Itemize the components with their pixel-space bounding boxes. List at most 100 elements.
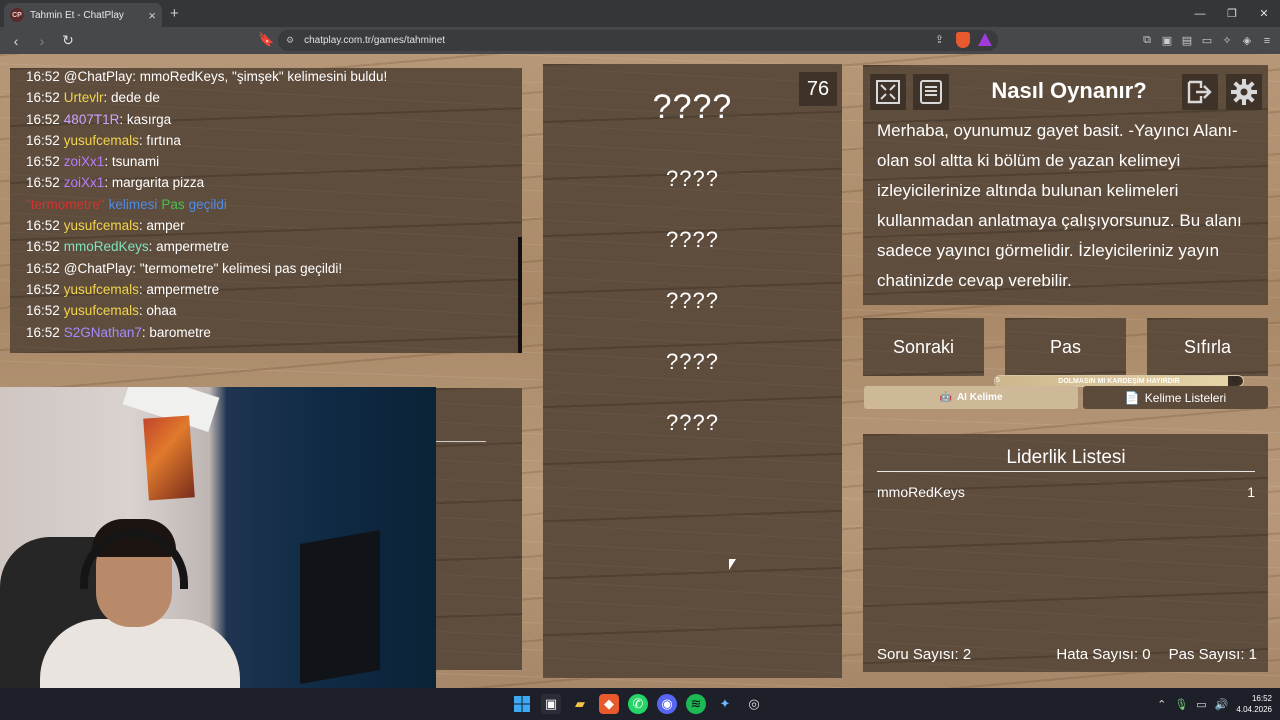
- ai-word-label: AI Kelime: [956, 392, 1003, 403]
- extensions-icon[interactable]: ⧉: [1140, 34, 1154, 47]
- spotify-icon[interactable]: ≋: [686, 694, 706, 714]
- close-tab-icon[interactable]: ×: [148, 9, 156, 22]
- chat-message: 16:52 yusufcemals: ampermetre: [26, 279, 506, 300]
- chat-text: : ampermetre: [148, 239, 229, 255]
- chat-username: yusufcemals: [63, 281, 139, 297]
- clock-time: 16:52: [1251, 694, 1272, 703]
- chat-username: @ChatPlay: [63, 260, 133, 276]
- back-icon[interactable]: ‹: [6, 33, 26, 49]
- progress-min-label: 5: [996, 377, 1000, 384]
- reset-button[interactable]: Sıfırla: [1147, 318, 1268, 376]
- site-favicon-icon: CP: [10, 8, 24, 22]
- taboo-word: ????: [666, 288, 719, 313]
- tray-overflow-icon[interactable]: ⌃: [1157, 698, 1166, 711]
- chat-username: @ChatPlay: [63, 69, 133, 84]
- task-view-icon[interactable]: ▣: [541, 694, 561, 714]
- streamer-area-divider: [436, 441, 486, 442]
- screenshot-icon[interactable]: ▣: [1160, 34, 1174, 47]
- next-button[interactable]: Sonraki: [863, 318, 984, 376]
- leo-ai-icon[interactable]: ✧: [1220, 34, 1234, 47]
- obs-icon[interactable]: ◎: [744, 694, 764, 714]
- discord-icon[interactable]: ◉: [657, 694, 677, 714]
- chat-system-text: kelimesi: [108, 196, 158, 212]
- how-to-play-text: Merhaba, oyunumuz gayet basit. -Yayıncı …: [877, 121, 1242, 290]
- leaderboard-title: Liderlik Listesi: [1006, 447, 1126, 468]
- chat-system-pas: Pas: [161, 196, 185, 212]
- leaderboard-score: 1: [1247, 484, 1255, 500]
- leaderboard-panel: [863, 434, 1268, 672]
- chat-message: 16:52 mmoRedKeys: ampermetre: [26, 236, 506, 257]
- site-info-icon[interactable]: ⚙: [286, 35, 294, 46]
- windows-start-icon[interactable]: [512, 694, 532, 714]
- chat-text: : ohaa: [138, 303, 177, 319]
- robot-icon: 🤖: [939, 392, 952, 403]
- chat-message: 16:52 Urtevlr: dede de: [26, 87, 506, 108]
- pass-button[interactable]: Pas: [1005, 318, 1126, 376]
- menu-icon[interactable]: ≡: [1260, 35, 1274, 47]
- browser-tab[interactable]: CP Tahmin Et - ChatPlay ×: [4, 3, 162, 27]
- file-explorer-icon[interactable]: ▰: [570, 694, 590, 714]
- chat-scrollbar[interactable]: [518, 237, 522, 353]
- bookmark-icon[interactable]: 🔖: [258, 32, 274, 48]
- windows-taskbar: ▣ ▰ ◆ ✆ ◉ ≋ ✦ ◎ ⌃ 🎙 ▭ 🔊 16:52 4.04.2026: [0, 688, 1280, 720]
- webcam-wall-painting: [143, 415, 195, 501]
- chat-timestamp: 16:52: [26, 132, 60, 148]
- address-toolbar: ‹ › ↻ 🔖 ⚙ chatplay.com.tr/games/tahminet…: [0, 27, 1280, 54]
- chat-timestamp: 16:52: [26, 303, 60, 319]
- new-tab-icon[interactable]: +: [170, 5, 179, 22]
- chat-timestamp: 16:52: [26, 324, 60, 340]
- brave-rewards-icon[interactable]: [978, 33, 992, 46]
- forward-icon[interactable]: ›: [32, 33, 52, 49]
- chat-text: : dede de: [103, 90, 160, 106]
- ai-word-button[interactable]: 🤖 AI Kelime: [864, 386, 1078, 409]
- close-window-icon[interactable]: ✕: [1248, 0, 1280, 27]
- chat-text: : kasırga: [119, 111, 172, 127]
- brave-shields-icon[interactable]: [956, 32, 970, 48]
- chat-timestamp: 16:52: [26, 239, 60, 255]
- microphone-icon[interactable]: 🎙: [1174, 698, 1188, 711]
- game-stats: Soru Sayısı: 2 Hata Sayısı: 0 Pas Sayısı…: [877, 646, 1257, 663]
- chat-message: 16:52 zoiXx1: margarita pizza: [26, 172, 506, 193]
- chat-timestamp: 16:52: [26, 69, 60, 84]
- taskbar-clock[interactable]: 16:52 4.04.2026: [1236, 693, 1272, 715]
- vpn-icon[interactable]: ◈: [1240, 34, 1254, 47]
- brave-browser-icon[interactable]: ◆: [599, 694, 619, 714]
- reload-icon[interactable]: ↻: [58, 32, 78, 49]
- game-page: 16:52 @ChatPlay: mmoRedKeys, "şimşek" kel…: [0, 54, 1280, 688]
- network-app-icon[interactable]: ✦: [715, 694, 735, 714]
- chat-message: 16:52 4807T1R: kasırga: [26, 109, 506, 130]
- gear-icon[interactable]: [1226, 74, 1262, 110]
- chat-timestamp: 16:52: [26, 175, 60, 191]
- streamer-area-panel: [436, 388, 522, 670]
- minimize-icon[interactable]: —: [1184, 0, 1216, 27]
- fullscreen-icon[interactable]: [870, 74, 906, 110]
- clock-date: 4.04.2026: [1236, 705, 1272, 714]
- chat-text: : "termometre" kelimesi pas geçildi!: [132, 260, 343, 276]
- chat-message: 16:52 yusufcemals: ohaa: [26, 300, 506, 321]
- url-bar[interactable]: ⚙ chatplay.com.tr/games/tahminet ⇪: [278, 30, 998, 51]
- leaderboard-player: mmoRedKeys: [877, 484, 965, 500]
- leaderboard-row: mmoRedKeys 1: [877, 484, 1255, 500]
- chat-message: 16:52 yusufcemals: amper: [26, 215, 506, 236]
- chat-username: Urtevlr: [63, 90, 104, 106]
- word-lists-button[interactable]: 📄 Kelime Listeleri: [1083, 386, 1268, 409]
- window-controls: — ❐ ✕: [1184, 0, 1280, 27]
- chat-text: : barometre: [141, 324, 211, 340]
- chat-timestamp: 16:52: [26, 260, 60, 276]
- document-icon[interactable]: [913, 74, 949, 110]
- tab-title: Tahmin Et - ChatPlay: [30, 9, 124, 21]
- taboo-word: ????: [666, 349, 719, 374]
- chat-username: yusufcemals: [63, 303, 139, 319]
- notepad-icon: 📄: [1124, 390, 1140, 405]
- volume-icon[interactable]: 🔊: [1215, 698, 1229, 711]
- restore-icon[interactable]: ❐: [1216, 0, 1248, 27]
- display-icon[interactable]: ▭: [1196, 698, 1206, 711]
- wallet-icon[interactable]: ▭: [1200, 34, 1214, 47]
- webcam-overlay: [0, 387, 436, 688]
- exit-icon[interactable]: [1182, 74, 1218, 110]
- chat-timestamp: 16:52: [26, 111, 60, 127]
- whatsapp-icon[interactable]: ✆: [628, 694, 648, 714]
- chat-system-text: geçildi: [188, 196, 227, 212]
- sidebar-icon[interactable]: ▤: [1180, 34, 1194, 47]
- share-icon[interactable]: ⇪: [935, 33, 944, 46]
